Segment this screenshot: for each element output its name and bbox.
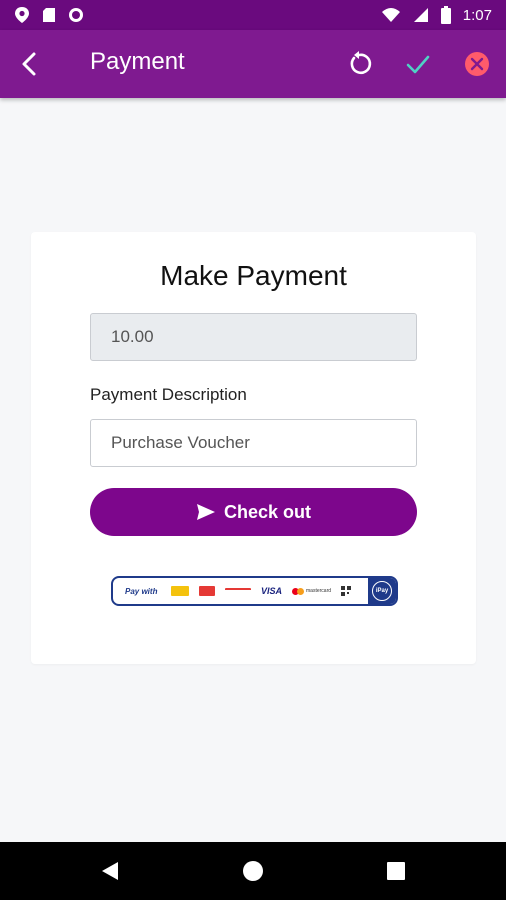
card-logo-red-icon — [199, 586, 215, 596]
description-value: Purchase Voucher — [111, 433, 250, 452]
mastercard-text: mastercard — [306, 588, 332, 594]
amount-value: 10.00 — [111, 327, 154, 346]
signal-icon — [413, 8, 428, 22]
payment-logos: VISA mastercard — [171, 586, 368, 596]
ipay-badge-icon: iPay — [368, 578, 396, 604]
sim-icon — [43, 8, 55, 22]
pay-with-label: Pay with — [125, 586, 158, 596]
recents-square-icon[interactable] — [384, 859, 408, 883]
pay-with-banner: Pay with VISA mastercard iPay — [111, 576, 398, 606]
status-bar: 1:07 — [0, 0, 506, 30]
visa-logo: VISA — [261, 586, 283, 596]
home-circle-icon[interactable] — [241, 859, 265, 883]
send-icon — [196, 504, 215, 520]
refresh-icon[interactable] — [345, 50, 373, 78]
card-logo-yellow-icon — [171, 586, 189, 596]
navigation-bar — [0, 842, 506, 900]
status-time: 1:07 — [462, 6, 492, 24]
wifi-icon — [381, 8, 400, 22]
back-icon[interactable] — [16, 50, 44, 78]
checkout-button[interactable]: Check out — [90, 488, 417, 536]
amount-field: 10.00 — [90, 313, 417, 361]
description-label: Payment Description — [90, 385, 247, 404]
battery-icon — [440, 6, 451, 24]
card-heading: Make Payment — [160, 260, 347, 291]
check-icon[interactable] — [404, 50, 432, 78]
back-triangle-icon[interactable] — [98, 859, 122, 883]
app-bar: Payment — [0, 30, 506, 98]
qr-code-icon — [341, 586, 352, 596]
ipay-badge-text: iPay — [372, 581, 392, 601]
payment-card: Make Payment 10.00 Payment Description P… — [31, 232, 476, 664]
mastercard-logo: mastercard — [292, 587, 332, 595]
checkout-label: Check out — [223, 501, 311, 522]
description-input[interactable]: Purchase Voucher — [90, 419, 417, 467]
status-bar-left — [14, 6, 84, 24]
location-icon — [15, 7, 29, 23]
status-bar-right: 1:07 — [381, 6, 492, 24]
circle-icon — [69, 8, 83, 22]
close-circle-icon[interactable] — [463, 50, 491, 78]
card-logo-bank-icon — [225, 588, 251, 594]
page-title: Payment — [90, 48, 185, 75]
